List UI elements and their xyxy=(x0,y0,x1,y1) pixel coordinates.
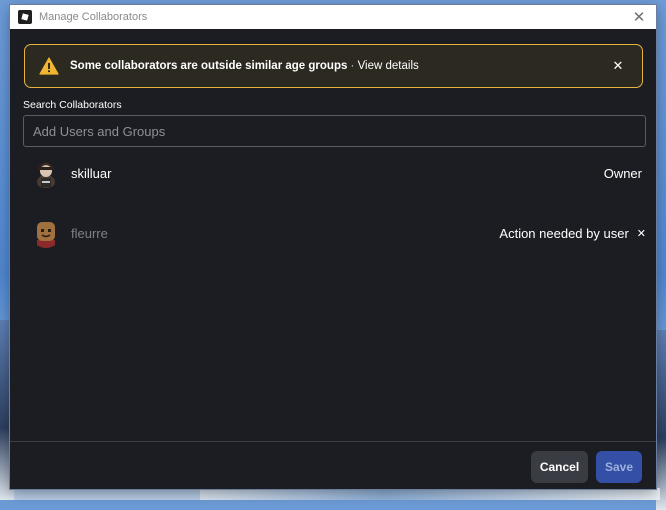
collaborator-name: fleurre xyxy=(71,225,108,241)
window-close-button[interactable]: ✕ xyxy=(628,7,650,27)
roblox-studio-icon xyxy=(18,10,32,24)
search-label: Search Collaborators xyxy=(23,99,122,111)
banner-separator: · xyxy=(347,60,358,72)
collaborator-name: skilluar xyxy=(71,165,112,181)
cancel-button[interactable]: Cancel xyxy=(531,451,588,483)
manage-collaborators-dialog: Manage Collaborators ✕ Some collaborator… xyxy=(10,5,656,489)
warning-icon xyxy=(39,57,59,75)
window-title: Manage Collaborators xyxy=(39,11,148,23)
view-details-link[interactable]: View details xyxy=(358,60,419,72)
collaborator-row[interactable]: skilluar Owner xyxy=(23,151,646,195)
banner-message: Some collaborators are outside similar a… xyxy=(70,60,348,72)
remove-collaborator-icon[interactable]: ✕ xyxy=(637,227,646,240)
title-bar[interactable]: Manage Collaborators ✕ xyxy=(10,5,656,29)
save-button[interactable]: Save xyxy=(596,451,642,483)
age-group-warning-banner: Some collaborators are outside similar a… xyxy=(24,44,643,88)
action-needed-label: Action needed by user xyxy=(499,225,629,241)
close-icon: ✕ xyxy=(612,58,624,74)
background-rock-right xyxy=(656,330,666,510)
banner-text: Some collaborators are outside similar a… xyxy=(70,60,419,72)
banner-dismiss-button[interactable]: ✕ xyxy=(608,56,628,76)
default-avatar xyxy=(31,218,61,248)
search-input[interactable] xyxy=(23,115,646,147)
close-icon: ✕ xyxy=(632,8,646,26)
collaborator-row[interactable]: fleurre Action needed by user ✕ xyxy=(23,211,646,255)
collaborator-role: Owner xyxy=(603,165,642,181)
background-ground xyxy=(200,488,660,500)
footer-divider xyxy=(10,441,656,442)
user-avatar xyxy=(31,158,61,188)
collaborator-status: Action needed by user ✕ xyxy=(499,226,646,241)
